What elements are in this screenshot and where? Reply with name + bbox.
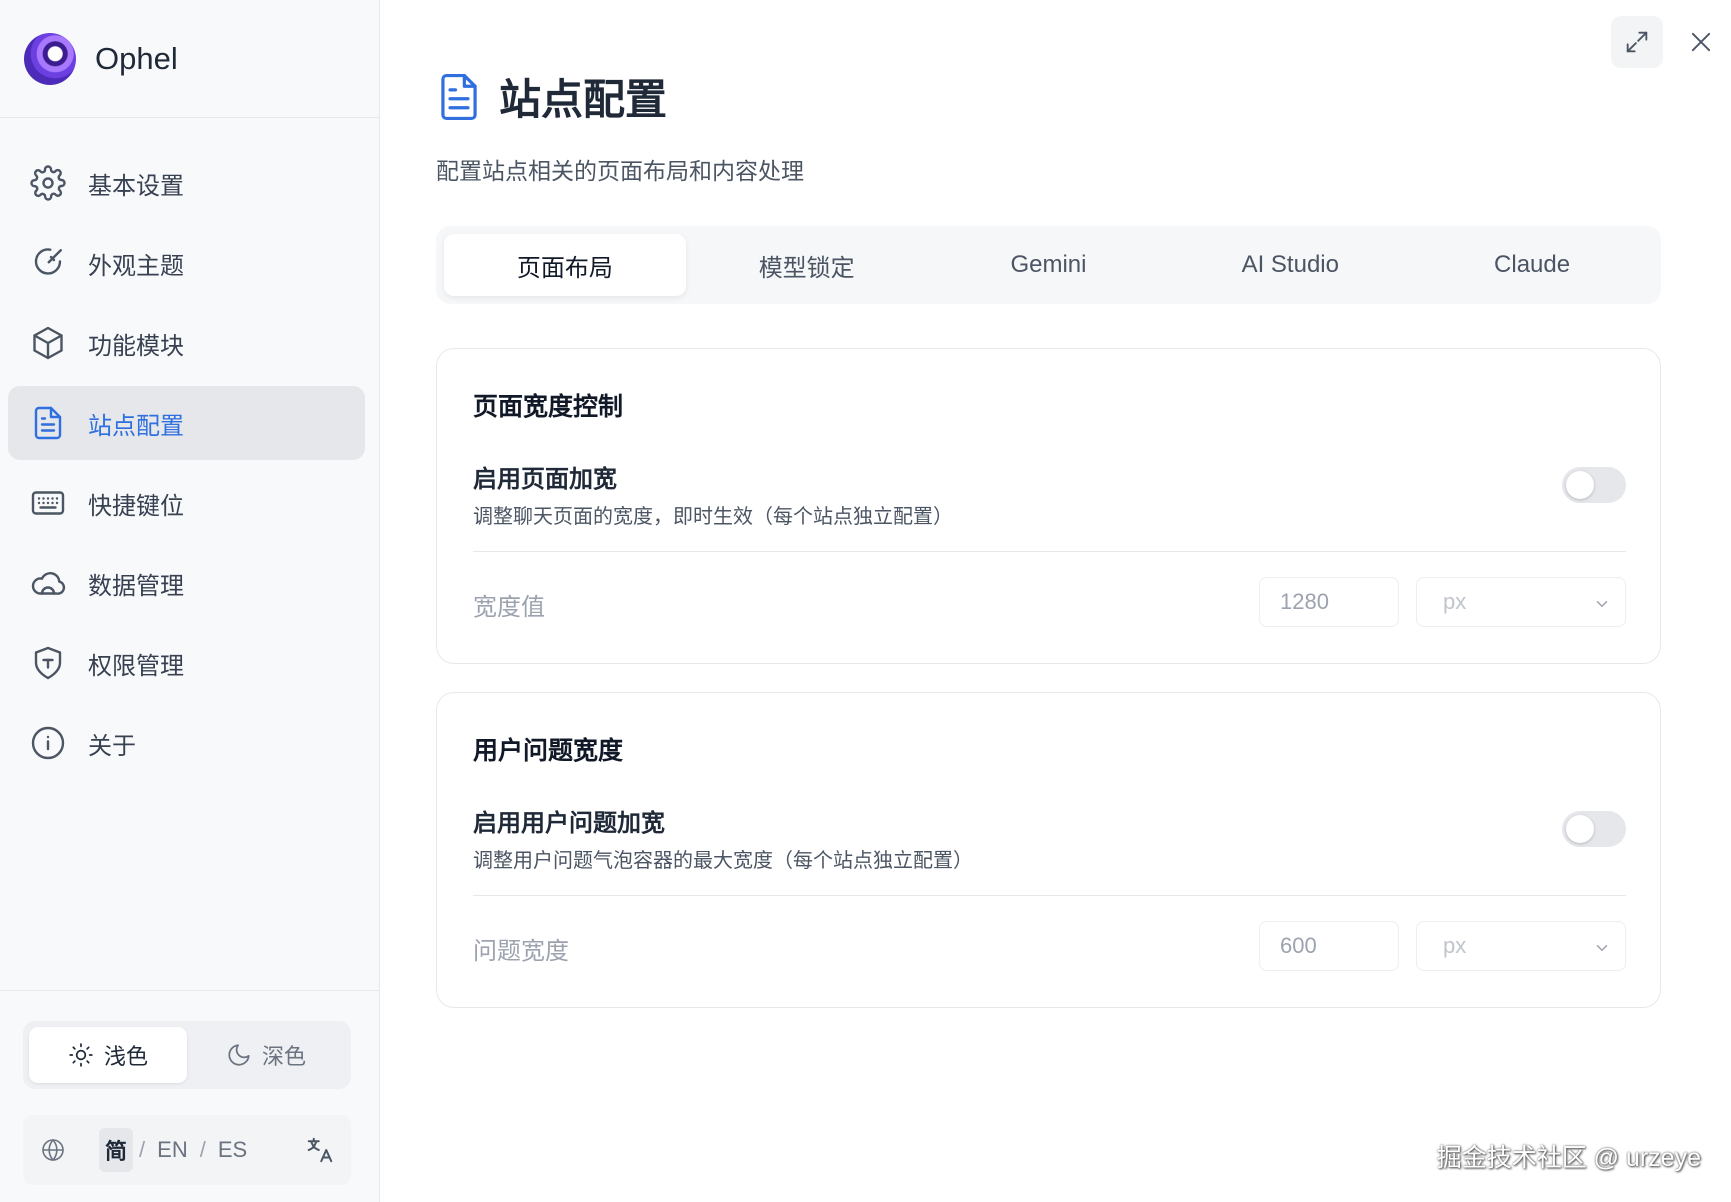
- setting-label: 启用用户问题加宽: [473, 810, 665, 837]
- sidebar: Ophel 基本设置 外观主题 功能模块 站点配置 快捷键位 数据管理 权限管理…: [0, 0, 380, 1202]
- close-button[interactable]: [1675, 16, 1727, 68]
- sidebar-item-label: 基本设置: [88, 172, 184, 200]
- sidebar-item-label: 外观主题: [88, 252, 184, 280]
- sidebar-item-site-config[interactable]: 站点配置: [8, 386, 365, 460]
- lang-option-en[interactable]: EN: [151, 1131, 194, 1169]
- toggle-knob: [1566, 471, 1594, 499]
- question-unit-select[interactable]: px: [1416, 921, 1626, 971]
- cube-icon: [30, 325, 66, 361]
- chevron-down-icon: [1596, 945, 1608, 952]
- theme-switch: 浅色 深色: [23, 1021, 351, 1089]
- question-width-card: 用户问题宽度 启用用户问题加宽 调整用户问题气泡容器的最大宽度（每个站点独立配置…: [436, 692, 1661, 1008]
- sun-icon: [69, 1043, 93, 1067]
- sidebar-item-label: 数据管理: [88, 572, 184, 600]
- page-title: 站点配置: [499, 76, 668, 123]
- theme-light-label: 浅色: [103, 1044, 148, 1069]
- sidebar-item-data[interactable]: 数据管理: [8, 546, 365, 620]
- info-icon: [30, 725, 66, 761]
- watermark: 掘金技术社区 @ urzeye: [1436, 1144, 1701, 1172]
- sidebar-item-label: 关于: [88, 732, 136, 760]
- close-icon: [1691, 32, 1711, 52]
- sidebar-item-about[interactable]: 关于: [8, 706, 365, 780]
- sidebar-nav: 基本设置 外观主题 功能模块 站点配置 快捷键位 数据管理 权限管理 关于: [0, 118, 379, 780]
- app-name: Ophel: [95, 40, 178, 76]
- expand-icon: [1626, 31, 1648, 53]
- sidebar-item-basic-settings[interactable]: 基本设置: [8, 146, 365, 220]
- document-icon: [441, 73, 477, 120]
- moon-icon: [228, 1044, 250, 1066]
- globe-icon: [42, 1138, 64, 1162]
- translate-icon[interactable]: [305, 1135, 335, 1165]
- main-content: 站点配置 配置站点相关的页面布局和内容处理 页面布局 模型锁定 Gemini A…: [381, 0, 1731, 1202]
- lang-separator: /: [139, 1137, 146, 1162]
- tab-model-lock[interactable]: 模型锁定: [686, 234, 928, 296]
- toggle-knob: [1566, 815, 1594, 843]
- sidebar-item-label: 快捷键位: [88, 492, 184, 520]
- page-width-card: 页面宽度控制 启用页面加宽 调整聊天页面的宽度，即时生效（每个站点独立配置） 宽…: [436, 348, 1661, 664]
- width-unit-select[interactable]: px: [1416, 577, 1626, 627]
- sidebar-item-modules[interactable]: 功能模块: [8, 306, 365, 380]
- card-title: 用户问题宽度: [473, 737, 624, 765]
- width-value-input[interactable]: [1259, 577, 1399, 627]
- tab-ai-studio[interactable]: AI Studio: [1169, 234, 1411, 296]
- page-header: 站点配置: [437, 66, 667, 127]
- question-widen-toggle[interactable]: [1562, 811, 1626, 847]
- setting-label: 启用页面加宽: [473, 466, 617, 493]
- question-width-input[interactable]: [1259, 921, 1399, 971]
- shield-icon: [30, 645, 66, 681]
- field-label: 宽度值: [473, 594, 545, 621]
- lang-option-es[interactable]: ES: [212, 1131, 253, 1169]
- sidebar-item-appearance[interactable]: 外观主题: [8, 226, 365, 300]
- tab-claude[interactable]: Claude: [1411, 234, 1653, 296]
- divider: [473, 551, 1626, 552]
- config-tabs: 页面布局 模型锁定 Gemini AI Studio Claude: [436, 226, 1661, 304]
- page-description: 配置站点相关的页面布局和内容处理: [436, 158, 804, 184]
- tab-page-layout[interactable]: 页面布局: [444, 234, 686, 296]
- card-title: 页面宽度控制: [473, 393, 624, 421]
- setting-description: 调整用户问题气泡容器的最大宽度（每个站点独立配置）: [473, 850, 973, 872]
- expand-button[interactable]: [1611, 16, 1663, 68]
- sidebar-item-label: 功能模块: [88, 332, 184, 360]
- brand-header: Ophel: [0, 0, 379, 118]
- ophel-logo: [24, 32, 76, 85]
- palette-icon: [30, 245, 66, 281]
- sidebar-item-shortcuts[interactable]: 快捷键位: [8, 466, 365, 540]
- chevron-down-icon: [1596, 601, 1608, 608]
- select-value: px: [1443, 589, 1467, 614]
- theme-dark-button[interactable]: 深色: [187, 1027, 345, 1083]
- sidebar-item-permissions[interactable]: 权限管理: [8, 626, 365, 700]
- page-widen-toggle[interactable]: [1562, 467, 1626, 503]
- keyboard-icon: [30, 485, 66, 521]
- divider: [473, 895, 1626, 896]
- sidebar-item-label: 权限管理: [88, 652, 184, 680]
- document-icon: [30, 405, 66, 441]
- gear-icon: [30, 165, 66, 201]
- setting-description: 调整聊天页面的宽度，即时生效（每个站点独立配置）: [473, 506, 953, 528]
- select-value: px: [1443, 933, 1467, 958]
- lang-option-zh[interactable]: 简: [99, 1128, 134, 1172]
- field-label: 问题宽度: [473, 938, 569, 965]
- cloud-icon: [30, 565, 66, 601]
- lang-separator: /: [199, 1137, 206, 1162]
- language-switcher: 简 / EN / ES: [23, 1115, 351, 1185]
- tab-gemini[interactable]: Gemini: [928, 234, 1170, 296]
- theme-light-button[interactable]: 浅色: [29, 1027, 187, 1083]
- sidebar-footer: 浅色 深色 简 / EN / ES: [0, 990, 379, 1202]
- sidebar-item-label: 站点配置: [88, 412, 184, 440]
- theme-dark-label: 深色: [261, 1044, 306, 1069]
